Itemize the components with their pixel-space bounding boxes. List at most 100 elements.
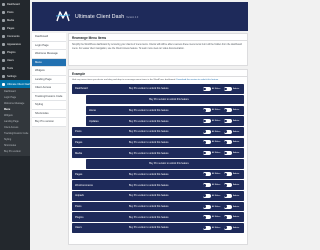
plugin-nav-item-tracking-custom-code[interactable]: Tracking/Custom Code [32,92,66,101]
admin-label: Admin [233,205,240,208]
all-roles-label: All Roles [211,130,221,133]
pro-lock-text: Buy Pro version to unlock this feature [129,205,169,209]
admin-menu-item-appearance[interactable]: Appearance [0,40,30,48]
section-title: Rearrange Menu Items [68,33,248,41]
all-roles-label: All Roles [211,109,221,112]
admin-menu-item-media[interactable]: Media [0,16,30,24]
admin-label: Admin [233,184,240,187]
menu-item-row: Buy Pro version to unlock this feature [86,159,244,169]
admin-menu-item-posts[interactable]: Posts [0,8,30,16]
admin-toggle[interactable] [223,225,232,230]
admin-toggle[interactable] [223,108,232,113]
pro-lock-text: Buy Pro version to unlock this feature [129,194,169,198]
menu-item-row: Jetpack Buy Pro version to unlock this fe… [72,191,244,201]
admin-toggle[interactable] [223,151,232,156]
plugin-nav-item-welcome-message[interactable]: Welcome Message [32,50,66,59]
menu-item-label: Users [75,226,82,230]
pro-lock-text: Buy Pro version to unlock this feature [129,172,169,176]
admin-menu-item-dashboard[interactable]: Dashboard [0,0,30,8]
plugin-nav-item-client-access[interactable]: Client Access [32,84,66,93]
toggle-knob [224,205,228,208]
menu-item-row: Plugins Buy Pro version to unlock this fe… [72,212,244,222]
menu-item-row: WooCommerce Buy Pro version to unlock thi… [72,180,244,190]
toggle-knob [224,226,228,230]
pro-lock-text: Buy Pro version to unlock this feature [129,215,169,219]
download-link[interactable]: Download the version to unlock this feat… [176,79,218,81]
menu-item-label: WooCommerce [75,183,93,187]
admin-menu-label: Users [7,58,14,62]
menu-item-row: Pages Buy Pro version to unlock this feat… [72,137,244,148]
admin-toggle[interactable] [223,215,232,220]
plugin-nav-item-styling[interactable]: Styling [32,101,66,110]
menu-item-label: Posts [75,205,82,209]
menu-item-row: Buy Pro version to unlock this feature [86,94,244,105]
appearance-icon [2,42,5,46]
admin-toggle[interactable] [223,193,232,198]
admin-toggle[interactable] [223,86,232,91]
admin-menu-item-ultimate-client-dash[interactable]: Ultimate Client Dash [0,80,31,88]
all-roles-toggle[interactable] [202,119,211,124]
admin-toggle[interactable] [223,119,232,124]
users-icon [2,58,5,62]
toggle-knob [203,194,207,198]
admin-menu-item-settings[interactable]: Settings [0,72,30,80]
menu-item-row: Updates Buy Pro version to unlock this fe… [86,116,244,126]
menu-item-label: Pages [75,172,83,176]
all-roles-toggle[interactable] [202,129,211,134]
pro-lock-text: Buy Pro version to unlock this feature [149,98,189,102]
admin-label: Admin [233,87,240,90]
all-roles-toggle[interactable] [202,193,211,198]
pro-lock-text: Buy Pro version to unlock this feature [129,130,169,134]
menu-item-row: Media Buy Pro version to unlock this feat… [72,148,244,158]
toggle-knob [203,87,207,91]
menu-item-label: Dashboard [75,87,88,91]
posts-icon [2,10,5,14]
all-roles-toggle[interactable] [202,204,211,209]
plugin-title: Ultimate Client Dash [75,13,125,20]
plugin-nav-item-menu[interactable]: Menu [32,58,66,67]
admin-menu-item-tools[interactable]: Tools [0,64,30,72]
all-roles-toggle[interactable] [202,108,211,113]
all-roles-toggle[interactable] [202,183,211,188]
admin-label: Admin [233,141,240,144]
all-roles-toggle[interactable] [202,225,211,230]
admin-menu-item-pages[interactable]: Pages [0,24,30,32]
pro-lock-text: Buy Pro version to unlock this feature [129,183,169,187]
all-roles-toggle[interactable] [202,215,211,220]
all-roles-toggle[interactable] [202,86,211,91]
all-roles-toggle[interactable] [202,172,211,177]
example-panel: Hide any menu items you desire and drag … [68,77,248,245]
settings-icon [2,74,5,78]
admin-toggle[interactable] [223,140,232,145]
admin-label: Admin [233,120,240,123]
example-title: Example [68,69,248,77]
all-roles-toggle[interactable] [202,140,211,145]
admin-submenu-item-buy-pro-version[interactable]: Buy Pro version [0,149,30,155]
all-roles-label: All Roles [211,141,221,144]
admin-menu-item-comments[interactable]: Comments [0,32,30,40]
plugin-nav-item-dashboard[interactable]: Dashboard [32,33,66,42]
plugin-header: Ultimate Client Dash Version 4.0 [32,2,248,31]
admin-toggle[interactable] [223,129,232,134]
all-roles-toggle[interactable] [202,151,211,156]
plugin-nav-item-shortcodes[interactable]: Shortcodes [32,109,66,118]
admin-toggle[interactable] [223,172,232,177]
admin-menu-item-plugins[interactable]: Plugins [0,48,30,56]
admin-label: Admin [233,216,240,219]
ultimate-client-dash-icon [2,82,5,86]
plugin-nav-item-login-page[interactable]: Login Page [32,41,66,50]
admin-toggle[interactable] [223,204,232,209]
all-roles-label: All Roles [211,216,221,219]
admin-menu-item-users[interactable]: Users [0,56,30,64]
all-roles-label: All Roles [211,194,221,197]
all-roles-label: All Roles [211,120,221,123]
toggle-knob [224,151,228,155]
menu-item-label: Updates [89,119,99,123]
admin-toggle[interactable] [223,183,232,188]
plugin-nav-item-widgets[interactable]: Widgets [32,67,66,76]
plugin-nav-item-landing-page[interactable]: Landing Page [32,75,66,84]
admin-menu-label: Pages [7,26,15,30]
dashboard-icon [2,2,5,6]
plugin-nav-item-buy-pro-version[interactable]: Buy Pro version [32,118,66,127]
plugin-nav: Dashboard Login Page Welcome Message Menu Wi… [32,33,66,127]
